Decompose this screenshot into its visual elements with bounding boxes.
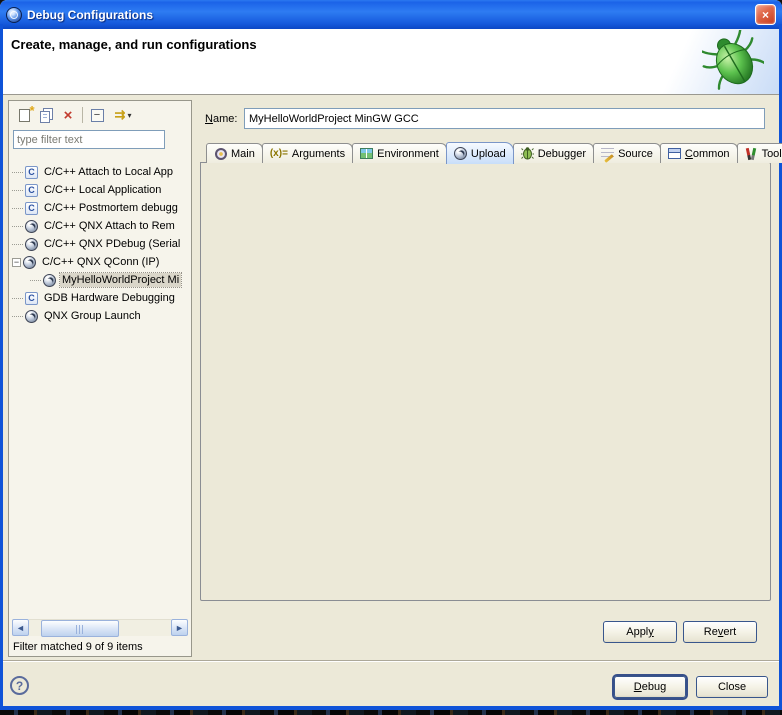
new-configuration-icon[interactable]: *: [13, 105, 35, 125]
name-input[interactable]: [244, 108, 765, 129]
tab-environment[interactable]: Environment: [352, 143, 447, 163]
configurations-panel: * × − ⇉ ▾ C C/C++ Attach to Local App C: [8, 100, 192, 657]
titlebar[interactable]: Debug Configurations ×: [0, 0, 782, 29]
qnx-icon: [25, 310, 38, 323]
c-app-icon: C: [25, 184, 38, 197]
debug-button[interactable]: Debug: [614, 676, 686, 698]
qnx-icon: [43, 274, 56, 287]
apply-button[interactable]: Apply: [603, 621, 677, 643]
horizontal-scrollbar[interactable]: ◄ ►: [12, 619, 188, 636]
toolbar-separator: [82, 107, 83, 123]
screen: Debug Configurations × Create, manage, a…: [0, 0, 782, 715]
revert-button[interactable]: Revert: [683, 621, 757, 643]
tab-tools[interactable]: Tools: [737, 143, 782, 163]
help-icon[interactable]: ?: [10, 676, 29, 695]
window-icon: [6, 7, 22, 23]
collapse-all-icon[interactable]: −: [86, 105, 108, 125]
window-title: Debug Configurations: [27, 8, 153, 22]
configurations-tree: C C/C++ Attach to Local App C C/C++ Loca…: [10, 155, 190, 617]
window-frame: [0, 24, 3, 710]
launch-toolbar: * × − ⇉ ▾: [13, 104, 138, 126]
c-app-icon: C: [25, 202, 38, 215]
chevron-down-icon: ▾: [127, 111, 131, 120]
upload-tab-icon: [454, 147, 467, 160]
c-app-icon: C: [25, 166, 38, 179]
tab-arguments[interactable]: (x)= Arguments: [262, 143, 353, 163]
tabbar: Main (x)= Arguments Environment Upload: [206, 141, 782, 163]
main-tab-icon: [214, 147, 227, 160]
filter-status: Filter matched 9 of 9 items: [13, 641, 143, 653]
scrollbar-thumb[interactable]: [41, 620, 119, 637]
delete-icon[interactable]: ×: [57, 105, 79, 125]
scroll-left-icon[interactable]: ◄: [12, 619, 29, 636]
debug-configurations-dialog: Debug Configurations × Create, manage, a…: [0, 0, 782, 710]
duplicate-icon[interactable]: [35, 105, 57, 125]
scroll-right-icon[interactable]: ►: [171, 619, 188, 636]
tab-main[interactable]: Main: [206, 143, 263, 163]
banner: Create, manage, and run configurations: [3, 29, 779, 95]
common-tab-icon: [668, 147, 681, 160]
close-button[interactable]: Close: [696, 676, 768, 698]
tab-common[interactable]: Common: [660, 143, 738, 163]
tree-item[interactable]: C C/C++ Local Application: [12, 181, 188, 199]
name-label: Name:: [205, 113, 237, 125]
tree-item[interactable]: C C/C++ Attach to Local App: [12, 163, 188, 181]
upload-tab-content: [200, 162, 771, 601]
filter-input[interactable]: [13, 130, 165, 149]
qnx-icon: [25, 238, 38, 251]
environment-tab-icon: [360, 147, 373, 160]
collapse-expander-icon[interactable]: −: [12, 258, 21, 267]
c-app-icon: C: [25, 292, 38, 305]
tree-item-selected[interactable]: MyHelloWorldProject Mi: [12, 271, 188, 289]
tree-item[interactable]: C GDB Hardware Debugging: [12, 289, 188, 307]
tools-tab-icon: [745, 147, 758, 160]
tab-upload[interactable]: Upload: [446, 142, 514, 164]
taskbar-strip: [0, 710, 782, 715]
debugger-tab-icon: [521, 147, 534, 160]
tree-item[interactable]: C/C++ QNX PDebug (Serial: [12, 235, 188, 253]
qnx-icon: [25, 220, 38, 233]
arguments-tab-icon: (x)=: [270, 148, 288, 159]
close-icon[interactable]: ×: [755, 4, 776, 25]
tab-source[interactable]: Source: [593, 143, 661, 163]
bug-image: [702, 30, 764, 92]
tree-item[interactable]: C C/C++ Postmortem debugg: [12, 199, 188, 217]
tree-item[interactable]: QNX Group Launch: [12, 307, 188, 325]
qnx-icon: [23, 256, 36, 269]
source-tab-icon: [601, 147, 614, 160]
filter-launch-configurations-icon[interactable]: ⇉ ▾: [108, 105, 138, 125]
tree-item[interactable]: C/C++ QNX Attach to Rem: [12, 217, 188, 235]
tree-item[interactable]: − C/C++ QNX QConn (IP): [12, 253, 188, 271]
banner-heading: Create, manage, and run configurations: [11, 37, 257, 52]
tab-debugger[interactable]: Debugger: [513, 143, 594, 163]
scrollbar-track[interactable]: [29, 619, 171, 636]
